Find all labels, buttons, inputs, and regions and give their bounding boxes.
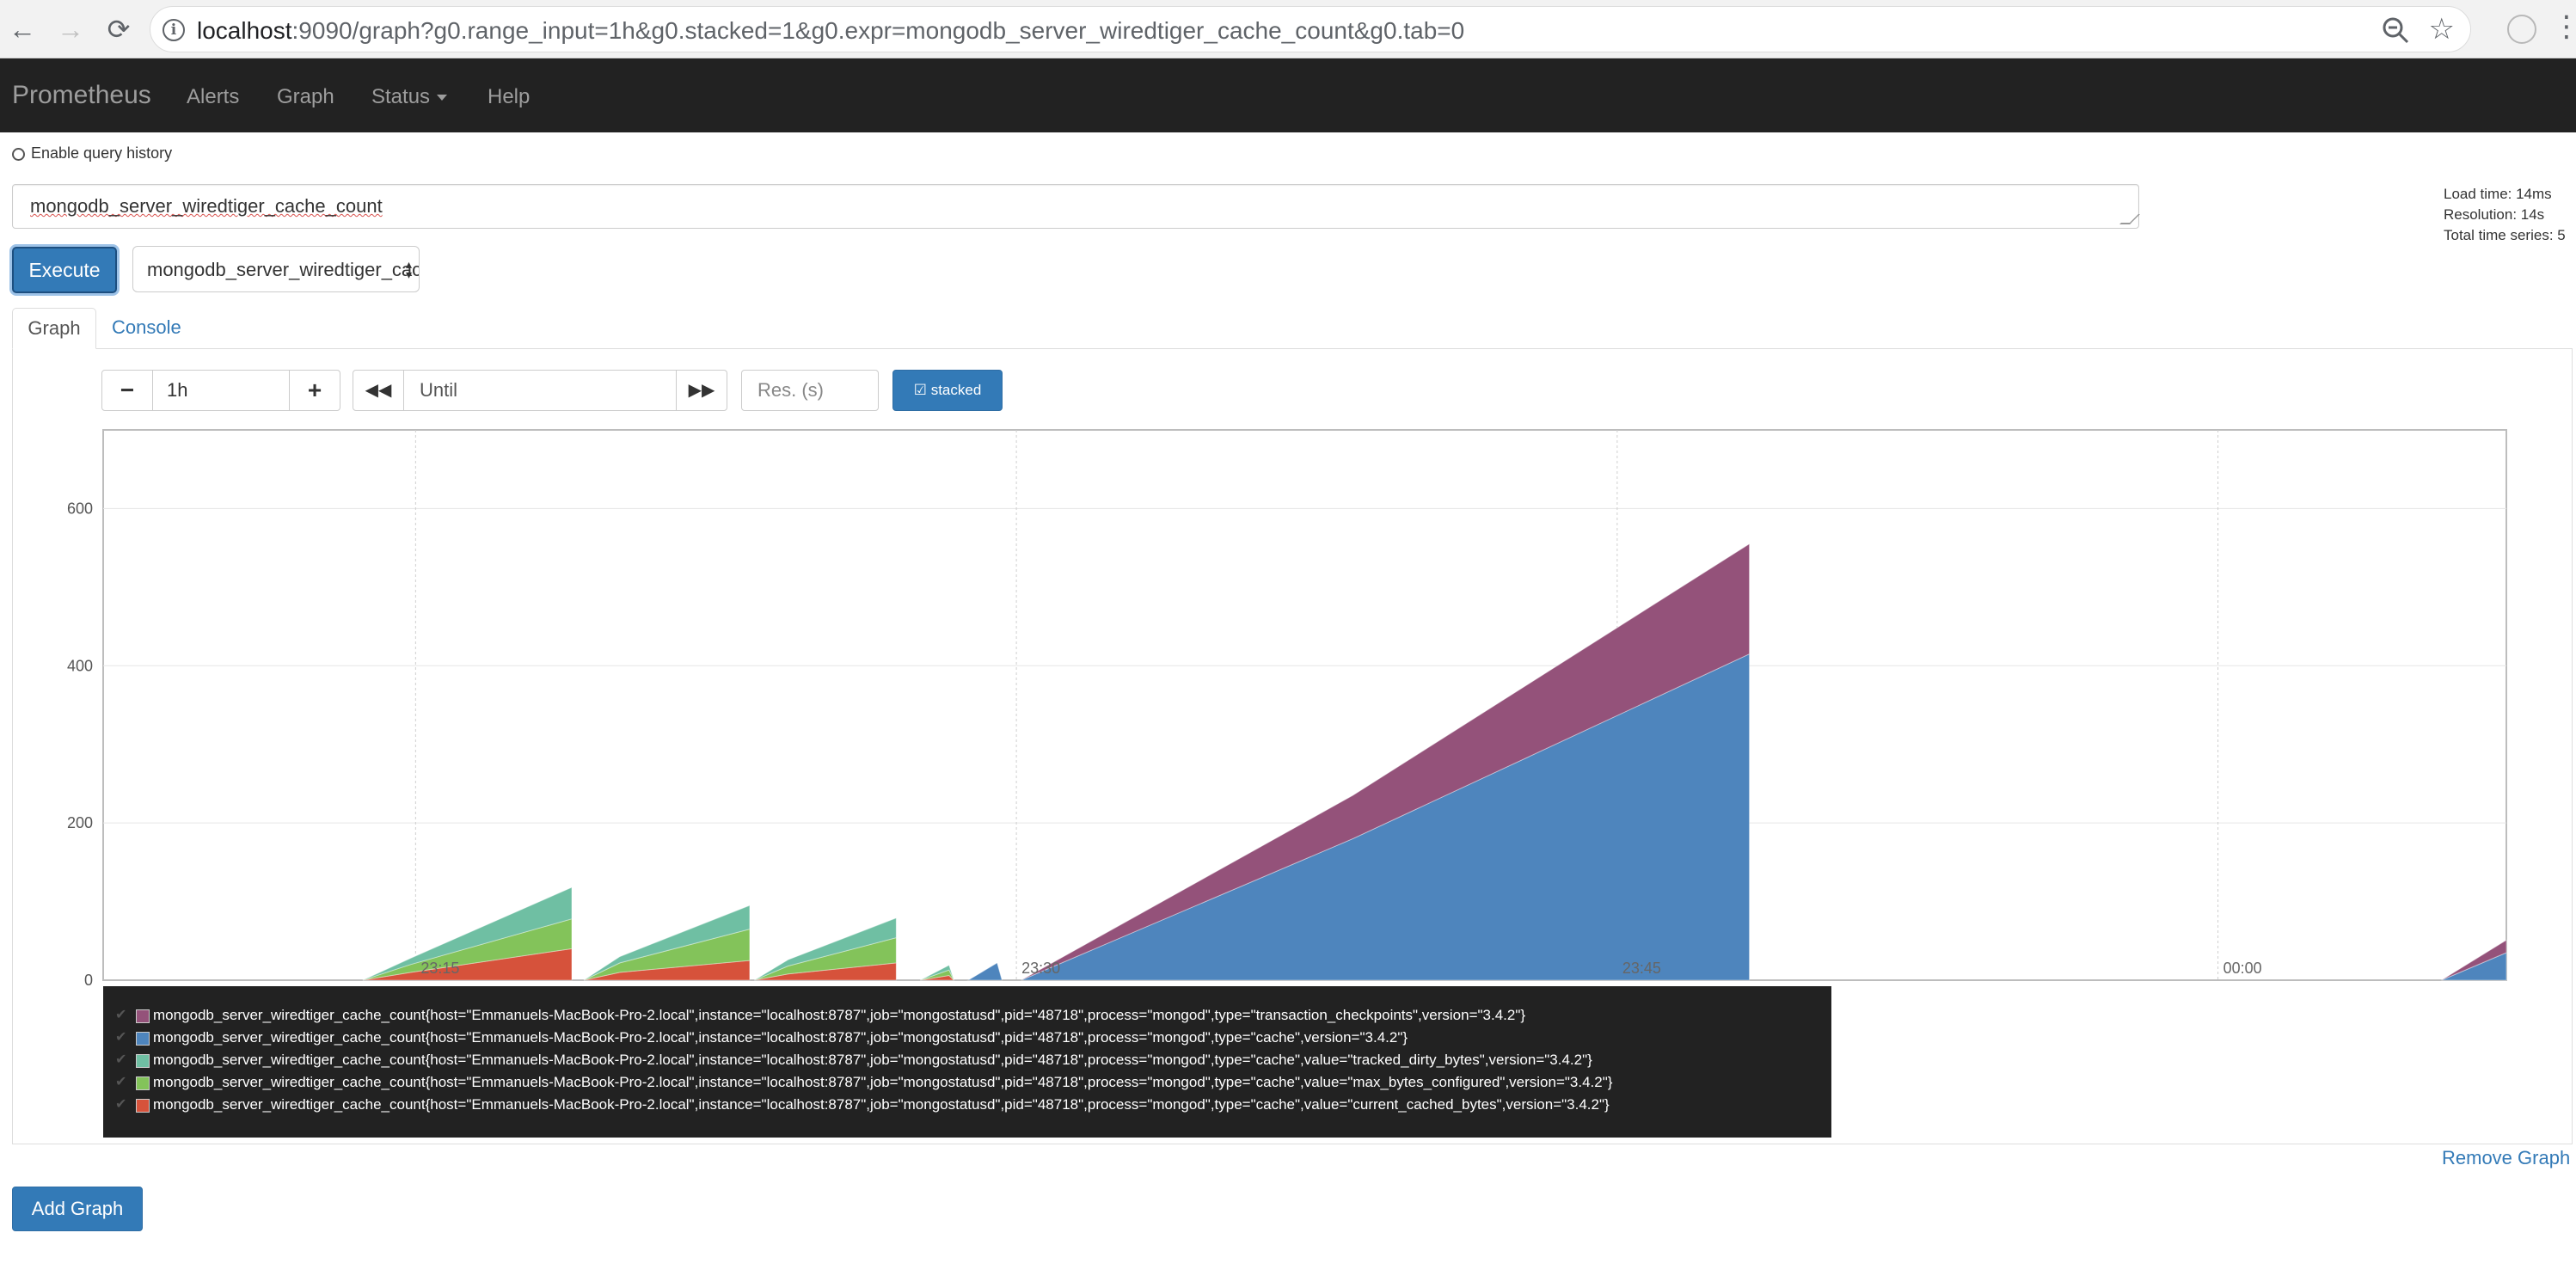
legend-swatch xyxy=(136,1054,150,1068)
check-icon: ✔ xyxy=(115,1097,127,1112)
legend-label: mongodb_server_wiredtiger_cache_count{ho… xyxy=(153,1007,1526,1023)
y-tick-label: 400 xyxy=(67,657,93,674)
x-tick-label: 23:45 xyxy=(1622,960,1661,977)
legend-item[interactable]: ✔ mongodb_server_wiredtiger_cache_count{… xyxy=(103,1027,1831,1050)
add-graph-button[interactable]: Add Graph xyxy=(12,1187,143,1231)
check-icon: ✔ xyxy=(115,1030,127,1045)
x-tick-label: 00:00 xyxy=(2223,960,2262,977)
legend-swatch xyxy=(136,1076,150,1090)
remove-graph-link[interactable]: Remove Graph xyxy=(2442,1147,2570,1169)
tab-graph[interactable]: Graph xyxy=(12,308,96,349)
legend-swatch xyxy=(136,1099,150,1113)
legend: ✔ mongodb_server_wiredtiger_cache_count{… xyxy=(103,986,1831,1138)
y-tick-label: 600 xyxy=(67,500,93,517)
legend-label: mongodb_server_wiredtiger_cache_count{ho… xyxy=(153,1096,1610,1113)
legend-label: mongodb_server_wiredtiger_cache_count{ho… xyxy=(153,1052,1592,1068)
legend-label: mongodb_server_wiredtiger_cache_count{ho… xyxy=(153,1029,1408,1046)
x-tick-label: 23:30 xyxy=(1021,960,1060,977)
y-tick-label: 0 xyxy=(84,972,93,989)
legend-item[interactable]: ✔ mongodb_server_wiredtiger_cache_count{… xyxy=(103,1072,1831,1095)
check-icon: ✔ xyxy=(115,1008,127,1022)
legend-item[interactable]: ✔ mongodb_server_wiredtiger_cache_count{… xyxy=(103,1005,1831,1027)
legend-label: mongodb_server_wiredtiger_cache_count{ho… xyxy=(153,1074,1613,1090)
y-tick-label: 200 xyxy=(67,814,93,831)
check-icon: ✔ xyxy=(115,1052,127,1067)
legend-item[interactable]: ✔ mongodb_server_wiredtiger_cache_count{… xyxy=(103,1050,1831,1072)
legend-item[interactable]: ✔ mongodb_server_wiredtiger_cache_count{… xyxy=(103,1095,1831,1117)
x-tick-label: 23:15 xyxy=(420,960,459,977)
check-icon: ✔ xyxy=(115,1075,127,1089)
legend-swatch xyxy=(136,1009,150,1023)
legend-swatch xyxy=(136,1032,150,1046)
